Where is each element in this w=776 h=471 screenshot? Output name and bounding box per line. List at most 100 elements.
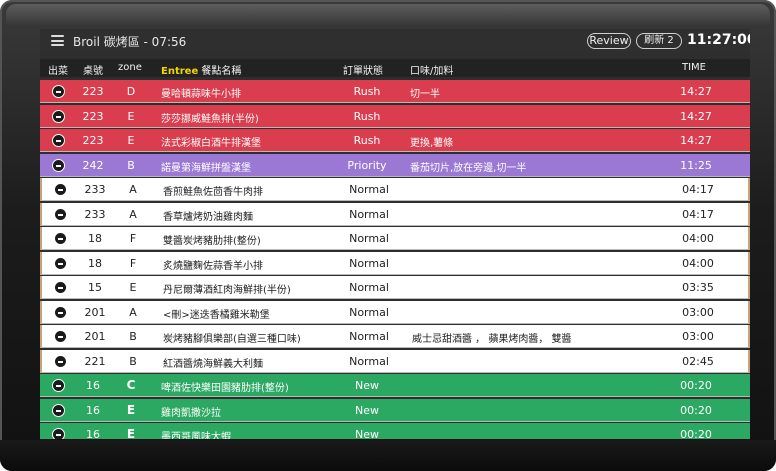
order-status: Normal (349, 281, 389, 294)
zone: F (129, 232, 137, 245)
elapsed-time: 04:00 (682, 232, 714, 245)
table-number: 242 (82, 158, 104, 172)
bump-order-icon[interactable] (52, 134, 65, 147)
order-row[interactable]: 233 A 香煎鮭魚佐茴香牛肉排 Normal 04:17 (40, 178, 750, 201)
order-row[interactable]: 15 E 丹尼爾薄酒紅肉海鮮排(半份) Normal 03:35 (40, 276, 750, 299)
order-row[interactable]: 16 E 墨西哥風味大蝦 New 00:20 (40, 423, 750, 439)
col-time: TIME (682, 62, 707, 73)
table-number: 18 (88, 232, 102, 245)
order-status: Priority (347, 158, 387, 172)
col-zone: zone (118, 62, 142, 73)
dish-name: 紅酒醬燒海鮮義大利麵 (163, 358, 263, 370)
bump-order-icon[interactable] (54, 183, 67, 196)
zone: D (126, 85, 136, 98)
bump-order-icon[interactable] (52, 85, 65, 98)
flavor-notes: 更換,薯條 (410, 138, 454, 149)
order-status: Normal (349, 183, 389, 196)
bump-order-icon[interactable] (52, 158, 65, 172)
zone: B (129, 354, 137, 368)
dish-name: 莎莎挪威鮭魚排(半份) (161, 113, 259, 125)
elapsed-time: 00:20 (680, 403, 712, 417)
elapsed-time: 04:17 (682, 183, 714, 196)
order-row[interactable]: 242 B 諾曼第海鮮拼盤漢堡 Priority 番茄切片,放在旁邊,切一半 11:25 (40, 153, 750, 177)
bump-order-icon[interactable] (54, 330, 67, 343)
col-flavor: 口味/加料 (410, 66, 454, 77)
table-number: 201 (84, 305, 106, 319)
zone: E (126, 427, 136, 439)
order-status: Normal (349, 330, 389, 343)
zone: E (127, 134, 135, 147)
dish-name: 墨西哥風味大蝦 (161, 432, 231, 439)
bump-order-icon[interactable] (54, 232, 67, 245)
table-number: 15 (88, 281, 102, 294)
elapsed-time: 03:00 (682, 330, 714, 343)
kitchen-display-screen: Broil 碳烤區 - 07:56 Review 刷新 2 11:27:00 出… (40, 29, 750, 439)
zone: E (127, 109, 135, 123)
order-status: Rush (353, 109, 381, 123)
order-status: New (355, 379, 379, 392)
bump-order-icon[interactable] (54, 354, 67, 368)
bezel-highlight (6, 4, 770, 26)
dish-name: <刪>迷迭香橘雞米勒堡 (163, 309, 270, 321)
flavor-notes: 威士忌甜酒醬 ， 蘋果烤肉醬， 雙醬 (412, 334, 572, 345)
review-button[interactable]: Review (587, 33, 631, 49)
bump-order-icon[interactable] (52, 109, 65, 123)
dish-name: 法式彩椒白酒牛排漢堡 (161, 138, 261, 149)
elapsed-time: 04:17 (682, 207, 714, 221)
order-row[interactable]: 223 E 法式彩椒白酒牛排漢堡 Rush 更換,薯條 14:27 (40, 129, 750, 152)
table-number: 233 (84, 207, 106, 221)
zone: E (126, 402, 136, 417)
order-status: New (355, 403, 379, 417)
elapsed-time: 11:25 (680, 158, 712, 172)
flavor-notes: 番茄切片,放在旁邊,切一半 (410, 162, 527, 174)
order-row[interactable]: 16 C 啤酒佐快樂田園豬肋排(整份) New 00:20 (40, 374, 750, 397)
col-status: 訂單狀態 (343, 66, 383, 77)
table-number: 201 (84, 330, 106, 343)
refresh-button[interactable]: 刷新 2 (636, 33, 682, 49)
bump-order-icon[interactable] (54, 207, 67, 221)
dish-name: 丹尼爾薄酒紅肉海鮮排(半份) (163, 285, 291, 296)
dish-name: 雙醬炭烤豬肋排(整份) (163, 236, 261, 247)
clock: 11:27:00 (687, 32, 750, 48)
dish-name: 諾曼第海鮮拼盤漢堡 (161, 162, 251, 174)
col-name-label: 餐點名稱 (201, 66, 242, 77)
order-row[interactable]: 233 A 香草爐烤奶油雞肉麵 Normal 04:17 (40, 202, 750, 226)
order-status: New (355, 428, 379, 439)
bump-order-icon[interactable] (52, 403, 65, 417)
bump-order-icon[interactable] (54, 281, 67, 294)
bump-order-icon[interactable] (54, 305, 67, 319)
order-status: Normal (349, 305, 389, 319)
elapsed-time: 14:27 (680, 134, 712, 147)
column-header: 出菜 桌號 zone Entree 餐點名稱 訂單狀態 口味/加料 TIME (40, 59, 750, 77)
elapsed-time: 14:27 (680, 85, 712, 98)
table-number: 223 (82, 85, 104, 98)
hamburger-menu-icon[interactable] (51, 35, 64, 46)
order-row[interactable]: 223 E 莎莎挪威鮭魚排(半份) Rush 14:27 (40, 104, 750, 128)
zone: A (129, 183, 137, 196)
dish-name: 啤酒佐快樂田園豬肋排(整份) (161, 383, 289, 394)
order-row[interactable]: 201 B 炭烤豬腳俱樂部(自選三種口味) Normal 威士忌甜酒醬 ， 蘋果烤肉醬，… (40, 325, 750, 348)
order-row[interactable]: 18 F 雙醬炭烤豬肋排(整份) Normal 04:00 (40, 227, 750, 250)
bump-order-icon[interactable] (52, 428, 65, 439)
col-out: 出菜 (48, 66, 68, 77)
table-number: 223 (82, 134, 104, 147)
zone: A (129, 207, 137, 221)
bump-order-icon[interactable] (54, 256, 67, 270)
order-row[interactable]: 18 F 炙燒鹽麴佐蒜香羊小排 Normal 04:00 (40, 251, 750, 275)
bump-order-icon[interactable] (52, 379, 65, 392)
order-row[interactable]: 221 B 紅酒醬燒海鮮義大利麵 Normal 02:45 (40, 349, 750, 373)
order-status: Normal (349, 232, 389, 245)
order-status: Normal (349, 354, 389, 368)
order-row[interactable]: 16 E 雞肉凱撒沙拉 New 00:20 (40, 398, 750, 422)
dish-name: 香煎鮭魚佐茴香牛肉排 (163, 187, 263, 198)
order-row[interactable]: 201 A <刪>迷迭香橘雞米勒堡 Normal 03:00 (40, 300, 750, 324)
elapsed-time: 03:35 (682, 281, 714, 294)
table-number: 223 (82, 109, 104, 123)
monitor-bottom-bezel (0, 440, 776, 471)
table-number: 221 (84, 354, 106, 368)
dish-name: 炙燒鹽麴佐蒜香羊小排 (163, 260, 263, 272)
elapsed-time: 04:00 (682, 256, 714, 270)
table-number: 18 (88, 256, 102, 270)
order-row[interactable]: 223 D 曼哈頓蒜味牛小排 Rush 切一半 14:27 (40, 80, 750, 103)
dish-name: 香草爐烤奶油雞肉麵 (163, 211, 253, 223)
